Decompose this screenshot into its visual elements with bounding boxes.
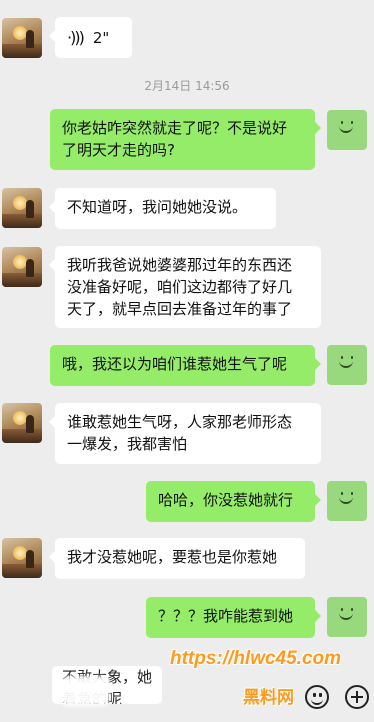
avatar-figure [26,259,34,277]
message-bubble-outgoing[interactable]: 哦，我还以为咱们谁惹她生气了呢 [50,345,321,386]
message-bubble-incoming[interactable]: 我才没惹她呢，要惹也是你惹她 [49,538,305,579]
message-text-line: 了明天才走的吗? [62,141,175,159]
message-bubble-incoming[interactable]: 不知道呀，我问她她没说。 [49,188,276,229]
blurred-region [60,676,110,706]
avatar-sun [13,255,27,269]
contact-avatar[interactable] [2,403,42,443]
voice-duration: 2" [92,28,110,47]
contact-avatar[interactable] [2,188,42,228]
message-text-line: 我才没惹她呢，要惹也是你惹她 [67,548,278,566]
message-timestamp: 2月14日 14:56 [144,79,230,93]
avatar-figure [26,200,34,218]
voice-wave-icon: ·))) [67,27,85,47]
avatar-ground [2,44,42,58]
avatar-ground [2,214,42,228]
watermark-site: 黑料网 [243,688,294,707]
avatar-sun [13,196,27,210]
contact-avatar[interactable] [2,18,42,58]
avatar-figure [26,30,34,48]
message-bubble-outgoing[interactable]: 哈哈，你没惹她就行 [146,481,321,522]
message-bubble-incoming[interactable]: 谁敢惹她生气呀，人家那老师形态 一爆发，我都害怕 [49,403,321,464]
message-text-line: 哦，我还以为咱们谁惹她生气了呢 [62,355,288,373]
avatar-sun [13,546,27,560]
avatar-smile [339,124,353,133]
avatar-ground [2,564,42,578]
avatar-figure [26,550,34,568]
message-text-line: ？？？我咋能惹到她 [158,607,294,625]
avatar-smile [339,611,353,620]
message-bubble-incoming[interactable]: 我听我爸说她婆婆那过年的东西还 没准备好呢，咱们这边都待了好几 天了，就早点回去… [49,246,321,328]
message-text-line: 哈哈，你没惹她就行 [158,491,294,509]
avatar-smile [339,495,353,504]
message-text-line: 一爆发，我都害怕 [67,435,188,453]
my-avatar[interactable] [327,481,367,521]
emoji-icon[interactable] [305,685,329,709]
message-text-line: 谁敢惹她生气呀，人家那老师形态 [67,413,293,431]
message-text-line: 我听我爸说她婆婆那过年的东西还 [67,256,293,274]
contact-avatar[interactable] [2,247,42,287]
contact-avatar[interactable] [2,538,42,578]
avatar-figure [26,415,34,433]
message-bubble-outgoing[interactable]: 你老姑咋突然就走了呢？不是说好 了明天才走的吗? [50,109,321,170]
message-bubble-outgoing[interactable]: ？？？我咋能惹到她 [146,597,321,638]
avatar-ground [2,273,42,287]
avatar-smile [339,359,353,368]
watermark-url: https://hlwc45.com [170,648,342,669]
avatar-sun [13,26,27,40]
avatar-ground [2,429,42,443]
my-avatar[interactable] [327,597,367,637]
plus-icon[interactable] [345,685,369,709]
avatar-sun [13,411,27,425]
my-avatar[interactable] [327,110,367,150]
message-text-line: 没准备好呢，咱们这边都待了好几 [67,278,293,296]
message-text-line: 不知道呀，我问她她没说。 [67,198,248,216]
message-text-line: 天了，就早点回去准备过年的事了 [67,300,293,318]
message-text-line: 你老姑咋突然就走了呢？不是说好 [62,119,288,137]
voice-message-bubble[interactable]: ·))) 2" [49,17,132,58]
my-avatar[interactable] [327,345,367,385]
